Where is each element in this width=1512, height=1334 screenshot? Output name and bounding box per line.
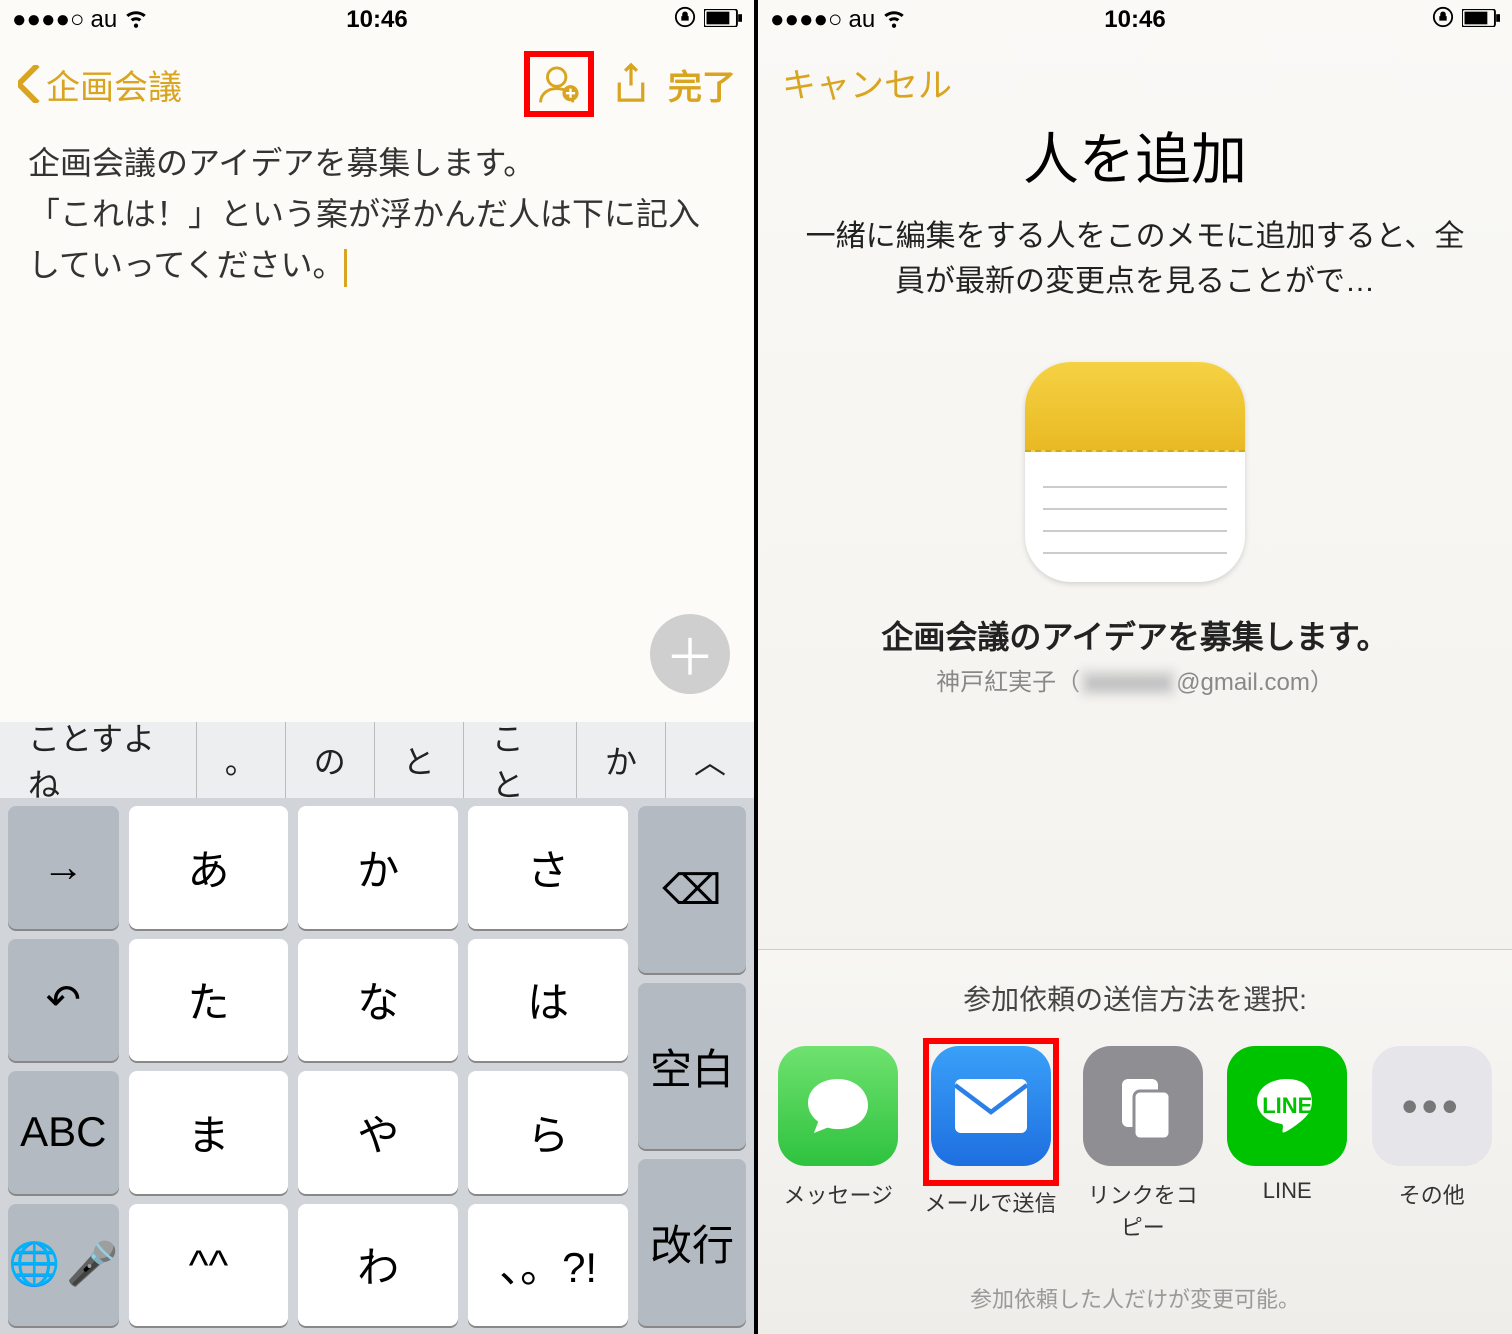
share-label-text: メッセージ bbox=[778, 1178, 899, 1210]
key-a[interactable]: あ bbox=[129, 806, 289, 929]
note-content[interactable]: 企画会議のアイデアを募集します。 「これは！」という案が浮かんだ人は下に記入して… bbox=[0, 128, 754, 302]
cancel-button[interactable]: キャンセル bbox=[758, 40, 1512, 125]
key-punct[interactable]: 、。?! bbox=[468, 1204, 628, 1327]
notes-app-screen: ●●●●○ au 10:46 企画会議 bbox=[0, 0, 754, 1334]
footer-note: 参加依頼した人だけが変更可能。 bbox=[758, 1282, 1512, 1314]
key-face[interactable]: ^^ bbox=[129, 1204, 289, 1327]
suggestion[interactable]: の bbox=[286, 722, 375, 798]
wifi-icon bbox=[881, 4, 907, 37]
messages-icon bbox=[778, 1046, 898, 1166]
suggestion[interactable]: こと bbox=[464, 722, 577, 798]
page-title: 人を追加 bbox=[758, 115, 1512, 196]
share-mail[interactable]: メールで送信 bbox=[923, 1046, 1059, 1242]
suggestion[interactable]: と bbox=[375, 722, 464, 798]
share-row: メッセージ メールで送信 リンクをコピー LINE bbox=[758, 1046, 1512, 1242]
owner-info: 神戸紅実子（xxxxxxx@gmail.com） bbox=[758, 662, 1512, 697]
signal-dots-icon: ●●●●○ bbox=[770, 6, 842, 34]
key-sa[interactable]: さ bbox=[468, 806, 628, 929]
battery-icon bbox=[1462, 6, 1500, 34]
share-section: 参加依頼の送信方法を選択: メッセージ メールで送信 bbox=[758, 949, 1512, 1334]
owner-email-redacted: xxxxxxx bbox=[1080, 669, 1176, 696]
key-backspace[interactable]: ⌫ bbox=[638, 806, 746, 973]
clock: 10:46 bbox=[1104, 6, 1165, 34]
page-subtitle: 一緒に編集をする人をこのメモに追加すると、全員が最新の変更点を見ることがで… bbox=[758, 196, 1512, 322]
key-space[interactable]: 空白 bbox=[638, 983, 746, 1150]
shared-note-title: 企画会議のアイデアを募集します。 bbox=[758, 612, 1512, 658]
share-more[interactable]: ••• その他 bbox=[1372, 1046, 1493, 1242]
suggestion[interactable]: か bbox=[577, 722, 666, 798]
key-ya[interactable]: や bbox=[298, 1071, 458, 1194]
share-label-text: リンクをコピー bbox=[1083, 1178, 1204, 1242]
signal-dots-icon: ●●●●○ bbox=[12, 6, 84, 34]
copy-link-icon bbox=[1083, 1046, 1203, 1166]
suggestion[interactable]: 。 bbox=[197, 722, 286, 798]
key-undo[interactable]: ↶ bbox=[8, 939, 119, 1062]
mic-icon[interactable]: 🎤 bbox=[66, 1240, 118, 1289]
key-na[interactable]: な bbox=[298, 939, 458, 1062]
suggestion-bar: ことすよね 。 の と こと か ︿ bbox=[0, 722, 754, 798]
chevron-left-icon bbox=[18, 65, 42, 103]
rotation-lock-icon bbox=[1432, 6, 1454, 35]
key-arrow[interactable]: → bbox=[8, 806, 119, 929]
battery-icon bbox=[704, 6, 742, 34]
share-method-label: 参加依頼の送信方法を選択: bbox=[758, 978, 1512, 1018]
keyboard: ことすよね 。 の と こと か ︿ → ↶ ABC 🌐 🎤 あ た ま bbox=[0, 722, 754, 1334]
suggestion[interactable]: ことすよね bbox=[0, 722, 197, 798]
chevron-up-icon[interactable]: ︿ bbox=[666, 722, 754, 798]
add-person-button[interactable] bbox=[536, 61, 582, 107]
nav-bar: 企画会議 完了 bbox=[0, 40, 754, 128]
clock: 10:46 bbox=[346, 6, 407, 34]
mail-highlight bbox=[923, 1038, 1059, 1186]
done-button[interactable]: 完了 bbox=[668, 60, 736, 109]
carrier-label: au bbox=[90, 6, 117, 34]
carrier-label: au bbox=[848, 6, 875, 34]
person-add-icon bbox=[536, 60, 582, 108]
status-bar: ●●●●○ au 10:46 bbox=[758, 0, 1512, 40]
share-icon bbox=[613, 62, 649, 106]
key-abc[interactable]: ABC bbox=[8, 1071, 119, 1194]
globe-icon[interactable]: 🌐 bbox=[8, 1240, 60, 1289]
mail-icon bbox=[931, 1046, 1051, 1166]
add-person-highlight bbox=[524, 51, 594, 117]
line-icon: LINE bbox=[1227, 1046, 1347, 1166]
key-wa[interactable]: わ bbox=[298, 1204, 458, 1327]
note-text: 企画会議のアイデアを募集します。 「これは！」という案が浮かんだ人は下に記入して… bbox=[28, 145, 700, 283]
share-line[interactable]: LINE LINE bbox=[1227, 1046, 1348, 1242]
owner-email-suffix: @gmail.com bbox=[1176, 669, 1310, 696]
add-people-screen: ●●●●○ au 10:46 キャンセル 人を追加 一緒に編集をする人をこのメモ… bbox=[758, 0, 1512, 1334]
status-bar: ●●●●○ au 10:46 bbox=[0, 0, 754, 40]
wifi-icon bbox=[123, 4, 149, 37]
rotation-lock-icon bbox=[674, 6, 696, 35]
key-ka[interactable]: か bbox=[298, 806, 458, 929]
back-button[interactable]: 企画会議 bbox=[18, 60, 182, 109]
key-ha[interactable]: は bbox=[468, 939, 628, 1062]
notes-app-icon bbox=[1025, 362, 1245, 582]
text-cursor bbox=[344, 249, 347, 287]
key-ra[interactable]: ら bbox=[468, 1071, 628, 1194]
add-attachment-button[interactable]: ＋ bbox=[650, 614, 730, 694]
back-label: 企画会議 bbox=[46, 60, 182, 109]
key-ta[interactable]: た bbox=[129, 939, 289, 1062]
key-ma[interactable]: ま bbox=[129, 1071, 289, 1194]
share-label-text: メールで送信 bbox=[923, 1186, 1059, 1218]
share-messages[interactable]: メッセージ bbox=[778, 1046, 899, 1242]
more-icon: ••• bbox=[1372, 1046, 1492, 1166]
share-label-text: LINE bbox=[1227, 1178, 1348, 1204]
share-button[interactable] bbox=[608, 61, 654, 107]
share-label-text: その他 bbox=[1372, 1178, 1493, 1210]
key-return[interactable]: 改行 bbox=[638, 1159, 746, 1326]
share-copy-link[interactable]: リンクをコピー bbox=[1083, 1046, 1204, 1242]
owner-name: 神戸紅実子 bbox=[936, 669, 1056, 696]
